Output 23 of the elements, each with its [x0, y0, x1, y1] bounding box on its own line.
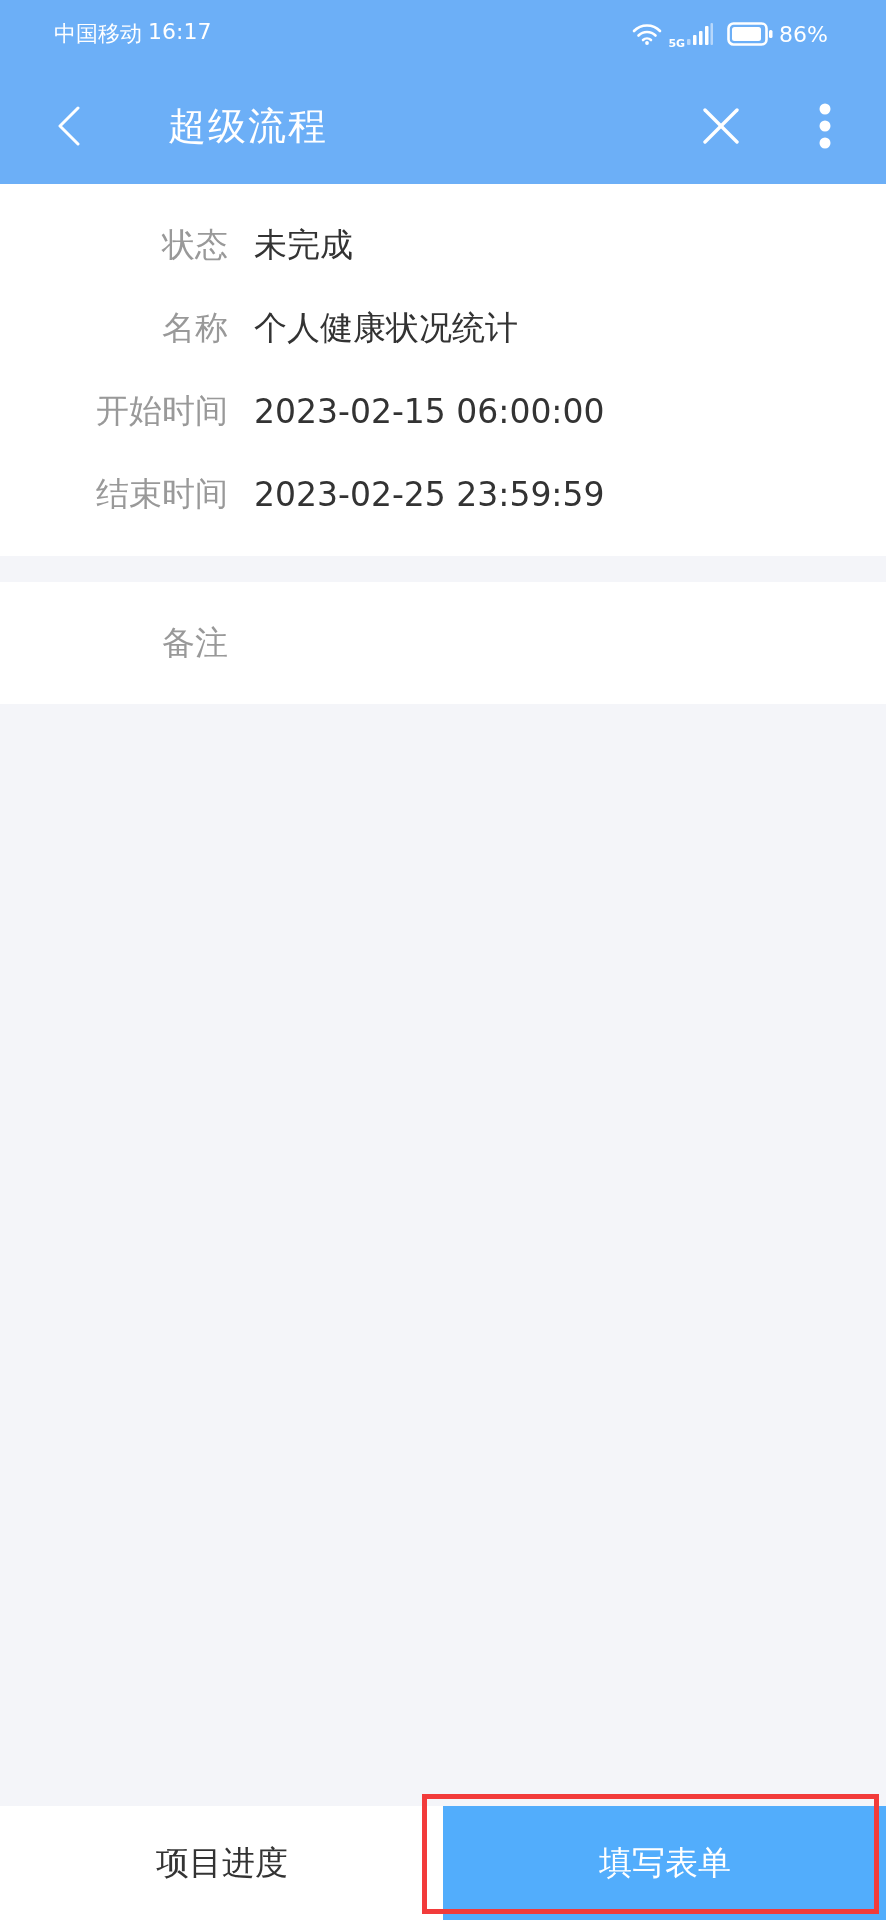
remark-label: 备注 — [161, 621, 228, 664]
detail-label: 状态 — [160, 224, 228, 266]
detail-label: 名称 — [161, 307, 228, 349]
detail-label: 结束时间 — [95, 473, 228, 515]
detail-value: 个人健康状况统计 — [254, 307, 518, 349]
clock-time: 16:17 — [148, 19, 212, 46]
battery-percent: 86% — [779, 21, 828, 47]
page-title: 超级流程 — [168, 102, 328, 150]
detail-value: 2023-02-25 23:59:59 — [254, 475, 605, 514]
close-button[interactable] — [703, 108, 739, 144]
battery-icon — [727, 22, 774, 46]
more-button[interactable] — [819, 103, 831, 149]
detail-value: 未完成 — [254, 224, 353, 266]
detail-label: 开始时间 — [95, 390, 228, 432]
more-icon — [819, 103, 831, 149]
detail-value: 2023-02-15 06:00:00 — [254, 392, 605, 431]
signal-icon — [687, 23, 714, 45]
back-icon — [58, 106, 80, 146]
close-icon — [703, 108, 739, 144]
back-button[interactable] — [58, 106, 80, 146]
carrier-name: 中国移动 — [54, 20, 142, 48]
network-type: 5G — [668, 36, 686, 50]
wifi-icon — [632, 23, 663, 45]
